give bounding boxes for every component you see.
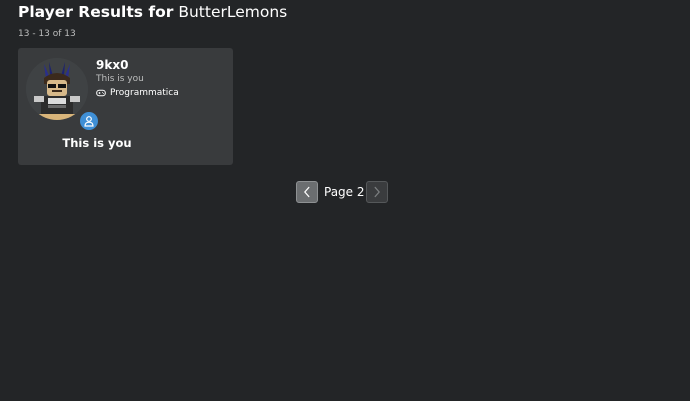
user-icon [84, 116, 94, 127]
player-subtitle: This is you [96, 74, 144, 84]
friend-badge [78, 110, 100, 132]
controller-icon [96, 88, 106, 98]
chevron-left-icon [304, 186, 310, 198]
result-count: 13 - 13 of 13 [18, 29, 76, 39]
pager-prev-button[interactable] [296, 181, 318, 203]
avatar-image [26, 58, 88, 120]
pager-next-button[interactable] [366, 181, 388, 203]
this-is-you-label: This is you [62, 136, 132, 150]
player-current-game[interactable]: Programmatica [96, 87, 179, 99]
avatar[interactable] [26, 58, 100, 132]
player-card[interactable]: 9kx0 This is you Programmatica This is y… [18, 48, 233, 165]
page-title-prefix: Player Results for [18, 3, 174, 21]
pager-label: Page 2 [324, 185, 365, 199]
page-title: Player Results for ButterLemons [18, 3, 287, 21]
player-game-name: Programmatica [110, 88, 179, 98]
player-username[interactable]: 9kx0 [96, 58, 128, 72]
search-query: ButterLemons [178, 3, 288, 21]
chevron-right-icon [374, 186, 380, 198]
